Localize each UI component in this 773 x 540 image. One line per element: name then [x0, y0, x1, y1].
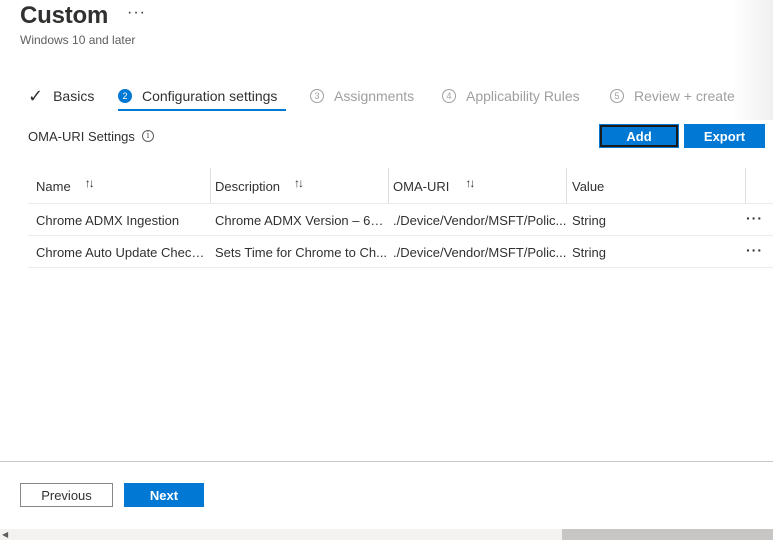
column-header-oma-uri[interactable]: OMA-URI ↑↓	[393, 168, 475, 204]
step-number-icon: 5	[610, 89, 624, 103]
column-divider[interactable]	[388, 168, 389, 204]
cell-description: Chrome ADMX Version – 68...	[215, 213, 387, 228]
row-more-icon[interactable]: ···	[746, 210, 763, 226]
add-button[interactable]: Add	[599, 124, 679, 148]
active-tab-underline	[118, 109, 286, 111]
row-more-icon[interactable]: ···	[746, 242, 763, 258]
oma-uri-settings-label: OMA-URI Settings	[28, 129, 135, 144]
scroll-left-icon[interactable]: ◀	[2, 529, 8, 540]
tab-review-create[interactable]: 5 Review + create	[610, 86, 735, 106]
tab-configuration-settings[interactable]: 2 Configuration settings	[118, 86, 277, 106]
corner-shade	[733, 0, 773, 120]
page-title: Custom	[20, 2, 109, 29]
table-row[interactable]: Chrome Auto Update Check... Sets Time fo…	[28, 237, 773, 267]
column-header-description[interactable]: Description ↑↓	[215, 168, 304, 204]
cell-name: Chrome Auto Update Check...	[36, 245, 208, 260]
export-button[interactable]: Export	[684, 124, 765, 148]
previous-button[interactable]: Previous	[20, 483, 113, 507]
tab-review-create-label: Review + create	[634, 88, 735, 104]
cell-value: String	[572, 213, 606, 228]
scrollbar-thumb[interactable]	[562, 529, 773, 540]
step-number-icon: 4	[442, 89, 456, 103]
step-number-icon: 3	[310, 89, 324, 103]
sort-icon: ↑↓	[465, 176, 475, 190]
column-divider[interactable]	[566, 168, 567, 204]
cell-name: Chrome ADMX Ingestion	[36, 213, 180, 228]
tab-basics[interactable]: ✓ Basics	[28, 86, 94, 106]
table-row[interactable]: Chrome ADMX Ingestion Chrome ADMX Versio…	[28, 205, 773, 235]
page-subtitle: Windows 10 and later	[20, 33, 136, 47]
tab-applicability-rules[interactable]: 4 Applicability Rules	[442, 86, 580, 106]
column-divider[interactable]	[745, 168, 746, 204]
next-button[interactable]: Next	[124, 483, 204, 507]
cell-oma-uri: ./Device/Vendor/MSFT/Polic...	[393, 213, 567, 228]
footer-divider	[0, 461, 773, 462]
cell-value: String	[572, 245, 606, 260]
cell-oma-uri: ./Device/Vendor/MSFT/Polic...	[393, 245, 567, 260]
row-divider	[28, 235, 773, 236]
table-header-divider	[28, 203, 773, 204]
row-divider	[28, 267, 773, 268]
column-header-name[interactable]: Name ↑↓	[36, 168, 95, 204]
tab-configuration-settings-label: Configuration settings	[142, 88, 278, 104]
column-divider[interactable]	[210, 168, 211, 204]
step-number-icon: 2	[118, 89, 132, 103]
sort-icon: ↑↓	[84, 176, 95, 190]
tab-assignments[interactable]: 3 Assignments	[310, 86, 414, 106]
checkmark-icon: ✓	[28, 85, 44, 106]
cell-description: Sets Time for Chrome to Ch...	[215, 245, 387, 260]
column-header-value[interactable]: Value	[572, 168, 604, 204]
tab-assignments-label: Assignments	[334, 88, 415, 104]
info-icon[interactable]: i	[142, 130, 154, 142]
tab-basics-label: Basics	[53, 88, 95, 104]
sort-icon: ↑↓	[294, 176, 304, 190]
tab-applicability-rules-label: Applicability Rules	[466, 88, 580, 104]
more-options-icon[interactable]: ···	[127, 4, 146, 22]
